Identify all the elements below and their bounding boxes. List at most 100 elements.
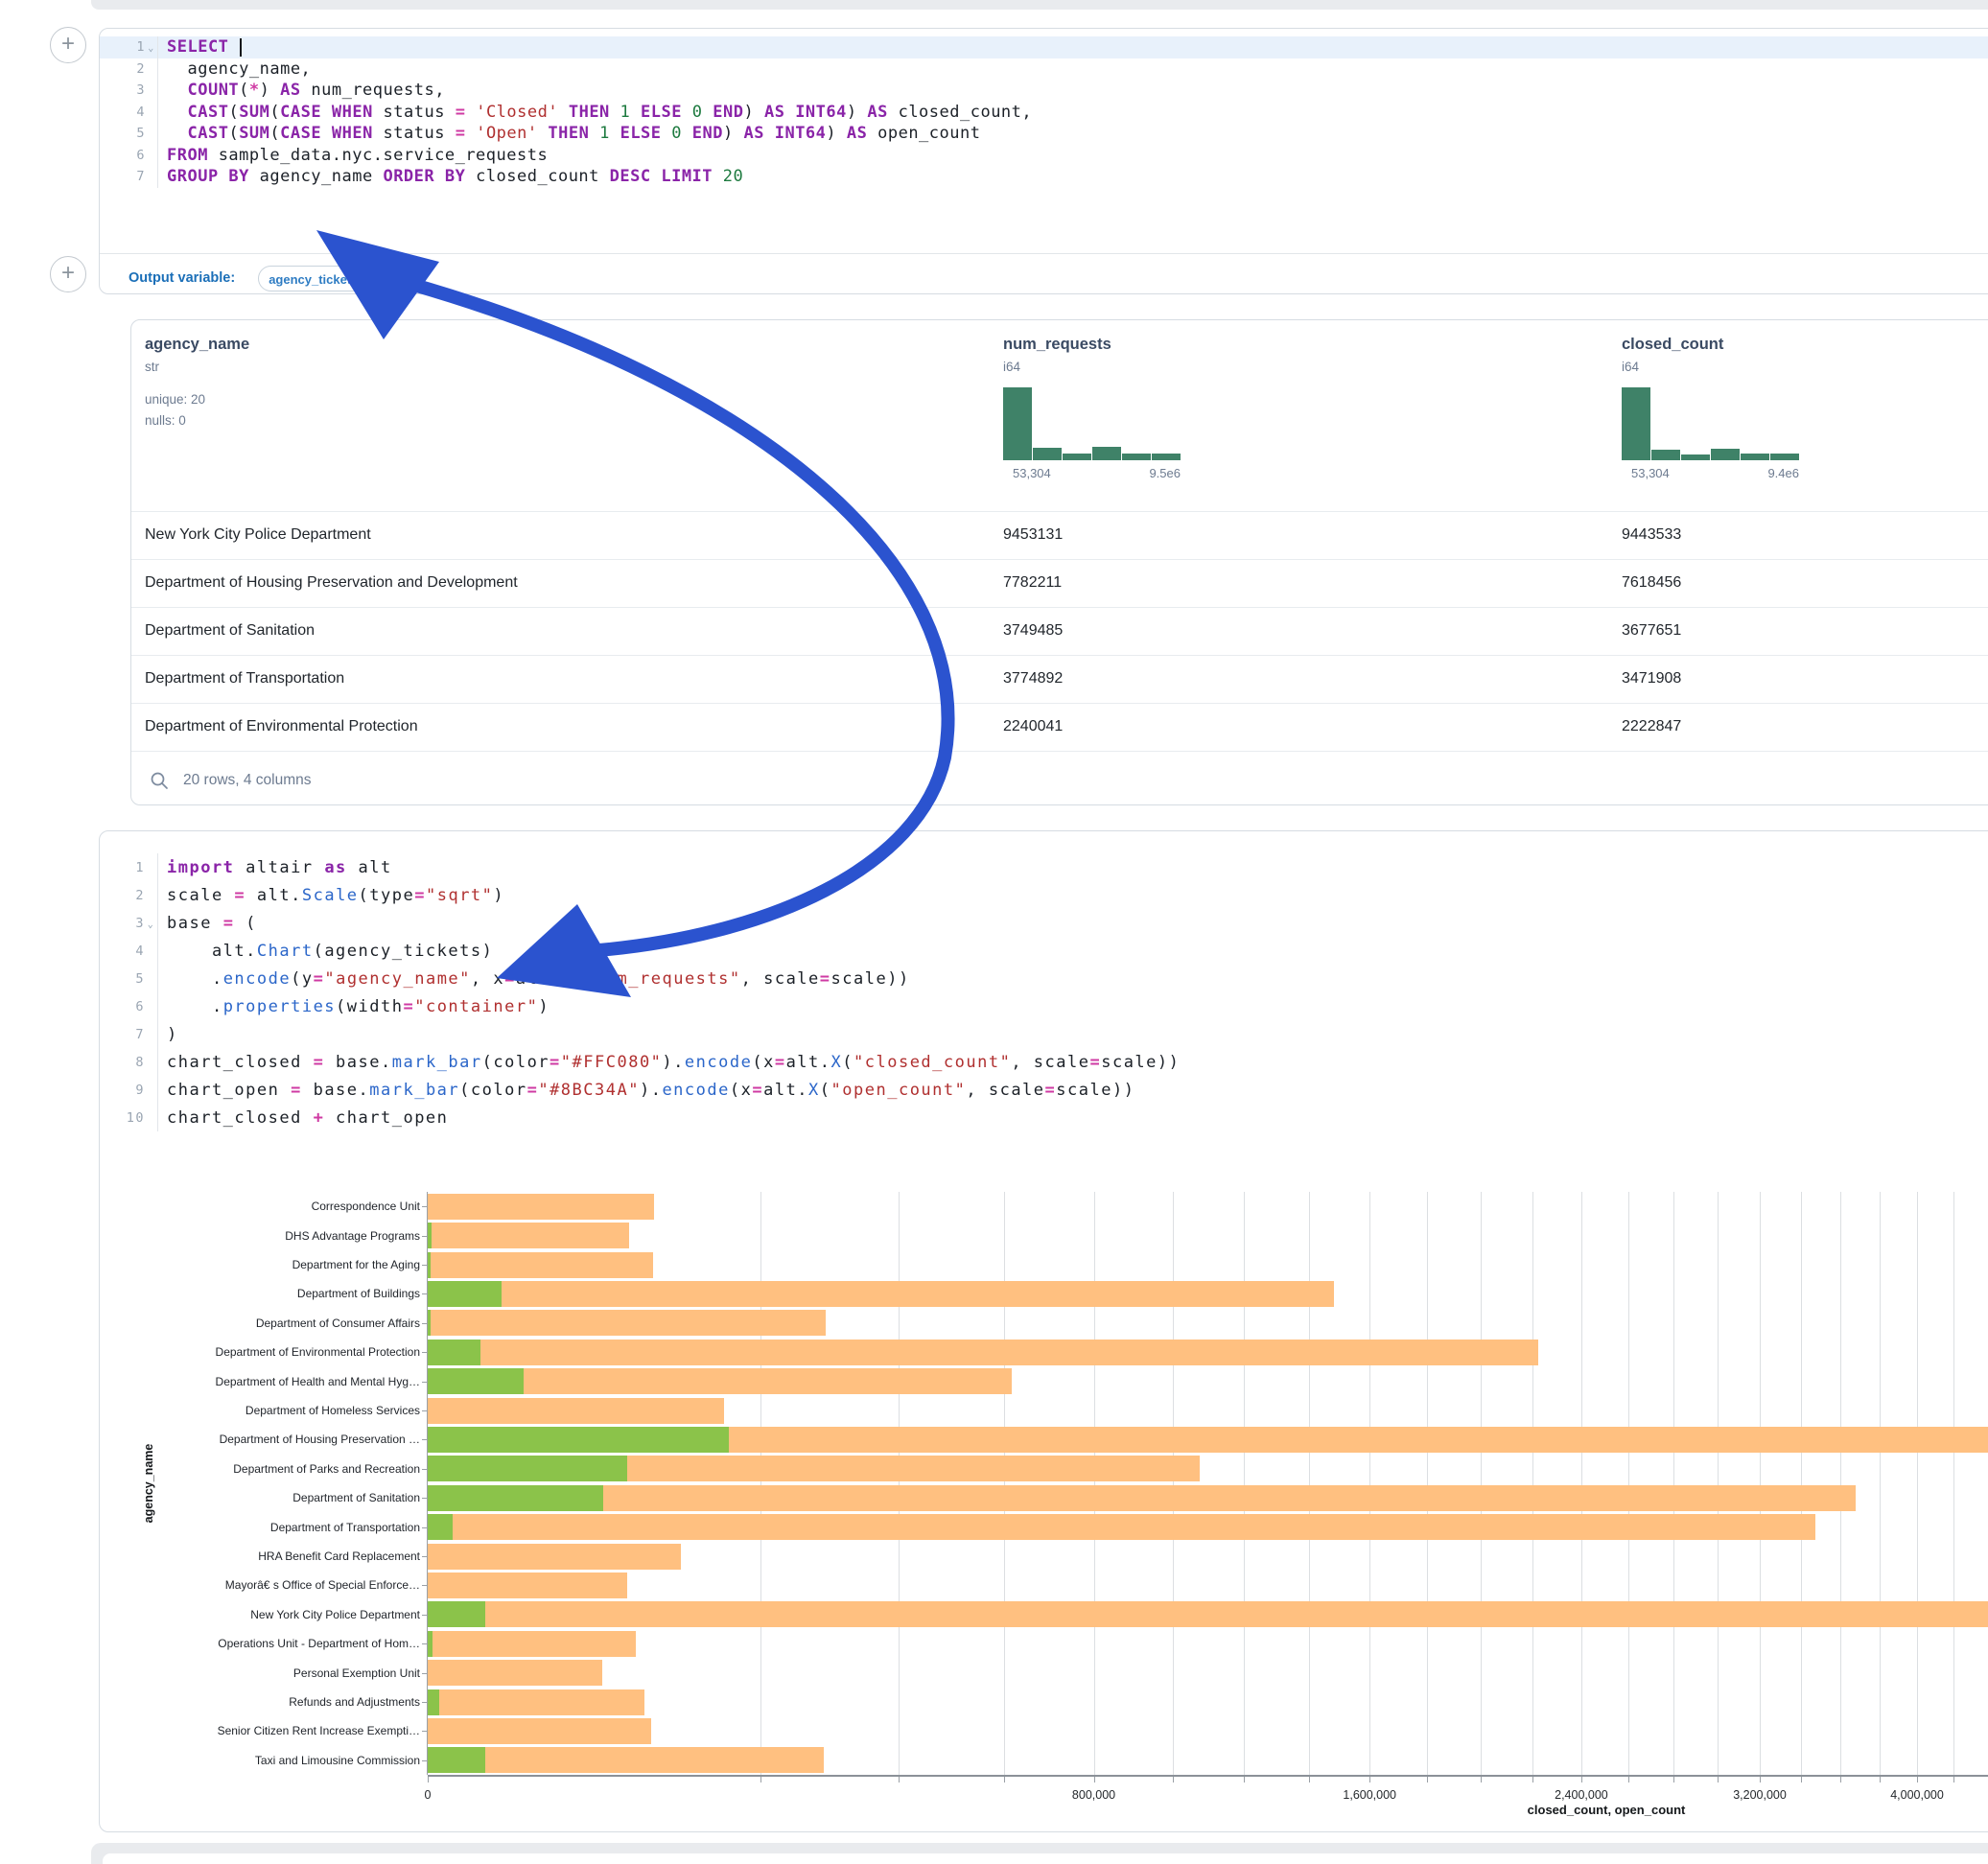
table-cell: Department of Transportation [145,670,344,687]
column-name: closed_count [1622,336,1799,354]
output-variable-chip[interactable]: agency_tickets [258,266,365,291]
code-line[interactable]: 1import altair as alt [100,853,1988,881]
column-type: str [145,360,249,374]
table-cell: Department of Housing Preservation and D… [145,574,518,592]
fold-chevron-icon[interactable]: ⌄ [145,40,157,54]
histogram-bar [1770,454,1799,460]
table-row: Department of Housing Preservation and D… [131,559,1988,608]
table-cell: 2222847 [1622,718,1681,735]
code-text: chart_closed = base.mark_bar(color="#FFC… [157,1048,1180,1076]
fold-chevron-icon[interactable]: ⌄ [145,917,157,930]
cell-divider [100,253,1988,254]
table-cell: 7782211 [1003,574,1062,592]
code-line[interactable]: 2 scale = alt.Scale(type="sqrt") [100,881,1988,909]
histogram-bar [1092,447,1121,460]
table-cell: 9453131 [1003,526,1063,544]
column-header-num-requests: num_requests i64 53,304 9.5e6 [1003,336,1181,480]
column-header-closed-count: closed_count i64 53,304 9.4e6 [1622,336,1799,480]
table-cell: 9443533 [1622,526,1681,544]
code-text: SELECT [157,36,242,58]
sql-code-editor[interactable]: 1⌄SELECT 2 agency_name,3 COUNT(*) AS num… [100,36,1988,188]
histogram-bar [1651,450,1680,460]
table-cell: 3749485 [1003,622,1063,640]
fold-chevron-icon [145,153,157,156]
table-row: New York City Police Department945313194… [131,511,1988,560]
column-histogram [1003,385,1181,460]
code-line[interactable]: 5 .encode(y="agency_name", x=alt.X("num_… [100,965,1988,992]
code-line[interactable]: 7) [100,1020,1988,1048]
line-number: 7 [100,169,145,184]
histogram-bar [1122,454,1151,460]
table-row: Department of Sanitation 3749485 3677651 [131,607,1988,656]
code-line[interactable]: 4 CAST(SUM(CASE WHEN status = 'Closed' T… [100,102,1988,124]
notebook-page: + + 1⌄SELECT 2 agency_name,3 COUNT(*) AS… [0,0,1988,1864]
table-footer: 20 rows, 4 columns [149,763,312,798]
line-number: 6 [100,148,145,163]
fold-chevron-icon [145,132,157,135]
sql-cell: 1⌄SELECT 2 agency_name,3 COUNT(*) AS num… [99,28,1988,294]
code-line[interactable]: 6 FROM sample_data.nyc.service_requests [100,145,1988,167]
table-row: Department of Environmental Protection22… [131,703,1988,752]
histogram-bar [1622,387,1650,460]
code-line[interactable]: 2 agency_name, [100,58,1988,81]
prev-cell-edge [91,0,1988,10]
histogram-bar [1681,454,1710,460]
line-number: 4 [100,105,145,120]
code-text: scale = alt.Scale(type="sqrt") [157,881,504,909]
add-cell-button-middle[interactable]: + [50,256,86,292]
line-number: 9 [100,1083,145,1098]
line-number: 2 [100,61,145,77]
line-number: 5 [100,971,145,987]
column-histogram [1622,385,1799,460]
add-cell-button-top[interactable]: + [50,27,86,63]
fold-chevron-icon [145,175,157,178]
fold-chevron-icon [145,110,157,113]
line-number: 4 [100,944,145,959]
table-cell: Department of Sanitation [145,622,315,640]
code-text: base = ( [157,909,257,937]
code-text: FROM sample_data.nyc.service_requests [157,145,548,167]
line-number: 6 [100,999,145,1014]
column-name: num_requests [1003,336,1181,354]
code-line[interactable]: 3⌄base = ( [100,909,1988,937]
column-type: i64 [1003,360,1181,374]
column-meta: unique: 20 nulls: 0 [145,389,249,431]
fold-chevron-icon [145,866,157,869]
line-number: 3 [100,82,145,98]
python-code-editor[interactable]: 1import altair as alt 2 scale = alt.Scale(… [100,853,1988,1131]
table-row: Department of Transportation377489234719… [131,655,1988,704]
histogram-range-labels: 53,304 9.5e6 [1003,466,1181,480]
python-cell: 1import altair as alt 2 scale = alt.Scale(… [99,830,1988,1832]
code-line[interactable]: 1⌄SELECT [100,36,1988,58]
histogram-bar [1003,387,1032,460]
text-cursor [240,38,242,57]
histogram-bar [1152,454,1181,460]
fold-chevron-icon [145,1116,157,1119]
code-line[interactable]: 4 alt.Chart(agency_tickets) [100,937,1988,965]
fold-chevron-icon [145,894,157,897]
search-icon[interactable] [149,770,170,791]
table-cell: 3677651 [1622,622,1681,640]
code-text: alt.Chart(agency_tickets) [157,937,493,965]
table-cell: 2240041 [1003,718,1063,735]
fold-chevron-icon [145,1060,157,1063]
line-number: 1 [100,860,145,875]
code-line[interactable]: 10chart_closed + chart_open [100,1104,1988,1131]
fold-chevron-icon [145,977,157,980]
code-line[interactable]: 7GROUP BY agency_name ORDER BY closed_co… [100,166,1988,188]
column-header-agency-name: agency_name str unique: 20 nulls: 0 [145,336,249,431]
table-cell: 3774892 [1003,670,1063,687]
code-line[interactable]: 9chart_open = base.mark_bar(color="#8BC3… [100,1076,1988,1104]
line-number: 3 [100,916,145,931]
fold-chevron-icon [145,1088,157,1091]
line-number: 5 [100,126,145,141]
code-line[interactable]: 3 COUNT(*) AS num_requests, [100,80,1988,102]
code-line[interactable]: 6 .properties(width="container") [100,992,1988,1020]
fold-chevron-icon [145,1005,157,1008]
fold-chevron-icon [145,89,157,92]
line-number: 2 [100,888,145,903]
code-line[interactable]: 5 CAST(SUM(CASE WHEN status = 'Open' THE… [100,123,1988,145]
code-line[interactable]: 8chart_closed = base.mark_bar(color="#FF… [100,1048,1988,1076]
table-cell: 7618456 [1622,574,1681,592]
output-variable-row: Output variable: agency_tickets [129,260,365,296]
